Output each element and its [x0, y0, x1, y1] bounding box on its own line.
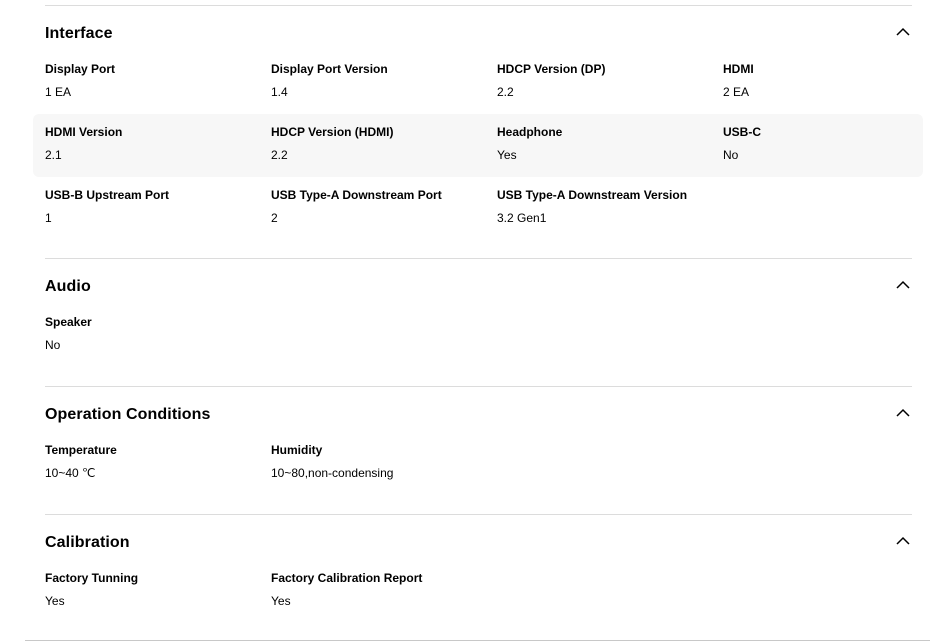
- specs-page: Interface Display Port 1 EA Display Port…: [0, 0, 930, 643]
- divider: [45, 514, 912, 515]
- spec-label: HDMI Version: [45, 125, 123, 139]
- spec-value: 1.4: [271, 85, 288, 99]
- spec-label: Humidity: [271, 443, 323, 457]
- spec-row: Factory Tunning Yes Factory Calibration …: [0, 560, 930, 623]
- section-title: Interface: [45, 25, 113, 42]
- divider: [45, 258, 912, 259]
- spec-label: USB Type-A Downstream Port: [271, 188, 442, 202]
- spec-row: Speaker No: [0, 304, 930, 367]
- section-title: Audio: [45, 278, 91, 295]
- spec-label: USB-B Upstream Port: [45, 188, 170, 202]
- chevron-up-icon[interactable]: [894, 276, 912, 294]
- spec-row: USB-B Upstream Port 1 USB Type-A Downstr…: [0, 177, 930, 240]
- spec-value: No: [723, 148, 739, 162]
- spec-row: Display Port 1 EA Display Port Version 1…: [0, 51, 930, 114]
- spec-value: 10~40 ℃: [45, 466, 96, 480]
- spec-row-highlighted: HDMI Version 2.1 HDCP Version (HDMI) 2.2…: [33, 114, 923, 177]
- section-title: Operation Conditions: [45, 406, 211, 423]
- spec-value: Yes: [497, 148, 517, 162]
- divider: [45, 5, 912, 6]
- spec-value: Yes: [45, 594, 65, 608]
- spec-item: HDCP Version (DP) 2.2: [497, 51, 717, 114]
- chevron-up-icon[interactable]: [894, 23, 912, 41]
- spec-value: 2: [271, 211, 278, 225]
- spec-label: HDCP Version (DP): [497, 62, 606, 76]
- section-title: Calibration: [45, 534, 130, 551]
- chevron-up-icon[interactable]: [894, 532, 912, 550]
- spec-item: USB Type-A Downstream Version 3.2 Gen1: [497, 177, 717, 240]
- spec-label: HDCP Version (HDMI): [271, 125, 394, 139]
- spec-label: Display Port: [45, 62, 116, 76]
- divider: [25, 640, 930, 641]
- spec-label: Temperature: [45, 443, 117, 457]
- spec-label: USB-C: [723, 125, 761, 139]
- spec-label: Factory Calibration Report: [271, 571, 423, 585]
- spec-value: 2.2: [497, 85, 514, 99]
- spec-value: Yes: [271, 594, 291, 608]
- spec-value: 3.2 Gen1: [497, 211, 547, 225]
- spec-label: Headphone: [497, 125, 563, 139]
- spec-item: HDMI 2 EA: [723, 51, 930, 114]
- divider: [45, 386, 912, 387]
- spec-item: HDCP Version (HDMI) 2.2: [271, 114, 491, 177]
- spec-item: USB Type-A Downstream Port 2: [271, 177, 491, 240]
- spec-item: Factory Tunning Yes: [45, 560, 265, 623]
- spec-item: Temperature 10~40 ℃: [45, 432, 265, 495]
- spec-item: USB-C No: [723, 114, 930, 177]
- spec-item: Headphone Yes: [497, 114, 717, 177]
- spec-label: Display Port Version: [271, 62, 388, 76]
- spec-label: HDMI: [723, 62, 754, 76]
- spec-label: USB Type-A Downstream Version: [497, 188, 688, 202]
- spec-item: HDMI Version 2.1: [45, 114, 265, 177]
- spec-item: Speaker No: [45, 304, 265, 367]
- spec-value: 2 EA: [723, 85, 750, 99]
- chevron-up-icon[interactable]: [894, 404, 912, 422]
- spec-value: No: [45, 338, 61, 352]
- spec-value: 2.1: [45, 148, 62, 162]
- spec-value: 2.2: [271, 148, 288, 162]
- spec-item: USB-B Upstream Port 1: [45, 177, 265, 240]
- spec-item: Humidity 10~80,non-condensing: [271, 432, 491, 495]
- spec-value: 10~80,non-condensing: [271, 466, 394, 480]
- spec-item: Display Port Version 1.4: [271, 51, 491, 114]
- spec-item: Display Port 1 EA: [45, 51, 265, 114]
- spec-value: 1 EA: [45, 85, 72, 99]
- spec-label: Factory Tunning: [45, 571, 139, 585]
- spec-label: Speaker: [45, 315, 92, 329]
- spec-item: Factory Calibration Report Yes: [271, 560, 491, 623]
- spec-value: 1: [45, 211, 52, 225]
- spec-row: Temperature 10~40 ℃ Humidity 10~80,non-c…: [0, 432, 930, 495]
